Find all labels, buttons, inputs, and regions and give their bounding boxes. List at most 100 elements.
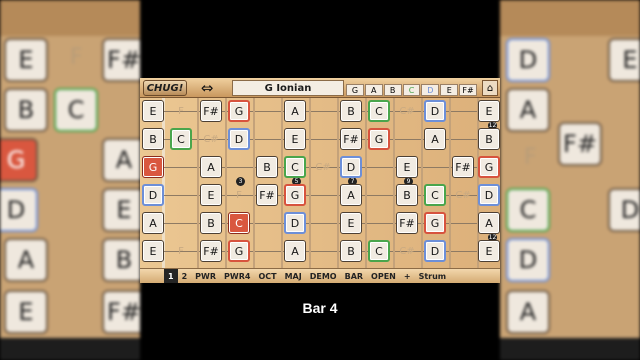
left-note-d: D (0, 188, 38, 232)
fret-note[interactable]: B (396, 184, 418, 206)
fret-note[interactable]: D (142, 184, 164, 206)
scale-note[interactable]: E (440, 84, 459, 96)
fret-note[interactable]: G (424, 212, 446, 234)
right-note-e: E (608, 38, 640, 82)
fret-note-active[interactable]: C (228, 212, 250, 234)
fret-note-ghost: C# (455, 189, 471, 201)
fret-note-active[interactable]: G (142, 156, 164, 178)
fret-note[interactable]: G (284, 184, 306, 206)
fret-note[interactable]: E (142, 240, 164, 262)
menu-item-strum[interactable]: Strum (415, 272, 451, 281)
fret-note[interactable]: C (170, 128, 192, 150)
fretboard[interactable]: 3 5 7 9 12 12 E F F# G A B C C# D E B C … (140, 98, 500, 268)
fret-note[interactable]: B (340, 100, 362, 122)
home-icon[interactable]: ⌂ (482, 80, 498, 96)
right-note-d3: D (608, 188, 640, 232)
menu-item-pwr4[interactable]: PWR4 (220, 272, 254, 281)
right-note-c: C (506, 188, 550, 232)
right-note-d2: D (506, 238, 550, 282)
fret-note[interactable]: F# (256, 184, 278, 206)
left-topbar (0, 0, 140, 36)
fret-note[interactable]: D (284, 212, 306, 234)
caption: Bar 4 (302, 300, 338, 316)
scale-note[interactable]: B (383, 84, 402, 96)
swap-arrows-icon[interactable]: ⇔ (192, 79, 222, 97)
fret-note[interactable]: A (284, 240, 306, 262)
fret-note[interactable]: A (340, 184, 362, 206)
fret-note[interactable]: F# (200, 100, 222, 122)
fret-note[interactable]: E (284, 128, 306, 150)
fret-note[interactable]: D (478, 184, 500, 206)
menu-item-1[interactable]: 1 (164, 268, 178, 283)
fret-note[interactable]: D (424, 100, 446, 122)
fret-note-ghost: F (236, 189, 242, 201)
scale-note[interactable]: G (346, 84, 364, 96)
fret-note[interactable]: F# (452, 156, 474, 178)
app-logo[interactable]: CHUG! (143, 80, 187, 96)
fret-note[interactable]: E (396, 156, 418, 178)
fret-note[interactable]: F# (200, 240, 222, 262)
scale-selector[interactable]: G Ionian (232, 80, 344, 96)
left-note-b2: B (102, 238, 140, 282)
fret-note[interactable]: B (256, 156, 278, 178)
menu-item-pwr[interactable]: PWR (191, 272, 220, 281)
fret-note-ghost: C# (399, 245, 415, 257)
fret-note[interactable]: F# (340, 128, 362, 150)
fret-line (421, 98, 423, 268)
fret-note[interactable]: E (340, 212, 362, 234)
fret-note[interactable]: A (424, 128, 446, 150)
fret-note[interactable]: C (368, 100, 390, 122)
fret-note[interactable]: D (340, 156, 362, 178)
fret-note[interactable]: G (368, 128, 390, 150)
fret-note[interactable]: C (284, 156, 306, 178)
fret-note[interactable]: E (478, 100, 500, 122)
fret-note[interactable]: C (424, 184, 446, 206)
fret-line (365, 98, 367, 268)
left-note-fsharp2: F# (102, 290, 140, 334)
fret-note[interactable]: B (200, 212, 222, 234)
left-note-b: B (4, 88, 48, 132)
scale-note[interactable]: C (402, 84, 421, 96)
fret-note[interactable]: A (284, 100, 306, 122)
menu-item-plus[interactable]: + (400, 272, 415, 281)
fret-note[interactable]: B (478, 128, 500, 150)
fret-note[interactable]: A (142, 212, 164, 234)
left-note-e3: E (4, 290, 48, 334)
fret-note-ghost: C# (315, 161, 331, 173)
fret-note[interactable]: A (200, 156, 222, 178)
left-note-fsharp: F# (102, 38, 140, 82)
fret-note-ghost: F (178, 105, 184, 117)
fret-note[interactable]: D (424, 240, 446, 262)
menu-item-open[interactable]: OPEN (367, 272, 400, 281)
scale-note[interactable]: F# (459, 84, 478, 96)
fret-note[interactable]: B (340, 240, 362, 262)
fret-note[interactable]: E (142, 100, 164, 122)
menu-item-demo[interactable]: DEMO (306, 272, 341, 281)
chug-app: CHUG! ⇔ G Ionian G A B C D E F# ⌂ 3 5 7 … (140, 78, 500, 283)
fret-line (309, 98, 311, 268)
fret-note[interactable]: G (478, 156, 500, 178)
left-note-c: C (54, 88, 98, 132)
fret-line (449, 98, 451, 268)
left-note-a2: A (4, 238, 48, 282)
menu-item-bar[interactable]: BAR (341, 272, 367, 281)
fret-note[interactable]: C (368, 240, 390, 262)
left-ghost-f: F (70, 45, 83, 70)
fret-note[interactable]: G (228, 240, 250, 262)
menu-item-oct[interactable]: OCT (254, 272, 280, 281)
fret-note-ghost: C# (399, 105, 415, 117)
fret-note[interactable]: F# (396, 212, 418, 234)
fret-note-ghost: C# (203, 133, 219, 145)
fret-line (393, 98, 395, 268)
menu-item-maj[interactable]: MAJ (281, 272, 306, 281)
scale-note[interactable]: A (364, 84, 383, 96)
scale-note[interactable]: D (421, 84, 440, 96)
menu-item-2[interactable]: 2 (178, 272, 192, 281)
fret-note[interactable]: G (228, 100, 250, 122)
fret-note[interactable]: D (228, 128, 250, 150)
fret-note[interactable]: E (478, 240, 500, 262)
fret-line (281, 98, 283, 268)
fret-note[interactable]: E (200, 184, 222, 206)
fret-note[interactable]: A (478, 212, 500, 234)
fret-note[interactable]: B (142, 128, 164, 150)
